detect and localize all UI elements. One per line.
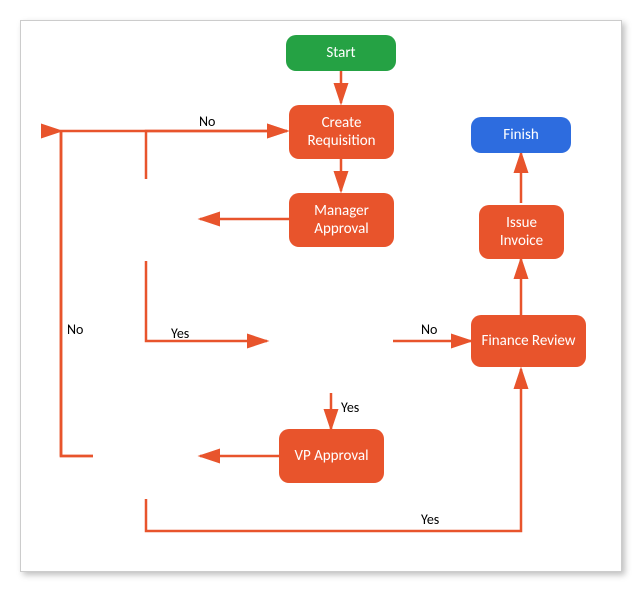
edge-label-amount-no: No: [421, 321, 437, 338]
node-finance-review: Finance Review: [471, 315, 586, 367]
node-label: VP Approval: [294, 447, 368, 465]
edge-label-approve1-no: No: [199, 113, 215, 130]
edge-label-approve2-no: No: [67, 321, 83, 338]
node-amount-exceeds: Amount exceeds $10,000: [267, 287, 397, 397]
node-label: Manager Approval: [293, 202, 390, 238]
node-label: Finance Review: [481, 332, 575, 350]
node-finish: Finish: [471, 117, 571, 153]
node-label: Finish: [503, 126, 538, 144]
node-approve-1: Approve ?: [91, 175, 201, 265]
node-approve-2: Approve ?: [91, 411, 201, 501]
edge-label-approve2-yes: Yes: [421, 511, 439, 528]
node-manager-approval: Manager Approval: [289, 193, 394, 247]
edge-label-amount-yes: Yes: [341, 399, 359, 416]
node-start: Start: [286, 35, 396, 71]
edge-label-approve1-yes: Yes: [171, 325, 189, 342]
node-label: Start: [326, 44, 355, 62]
node-label: Issue Invoice: [483, 214, 560, 250]
node-label: Create Requisition: [293, 114, 390, 150]
flowchart-canvas: Start Create Requisition Manager Approva…: [20, 20, 622, 572]
node-label: Amount exceeds $10,000: [271, 325, 393, 359]
node-vp-approval: VP Approval: [279, 429, 384, 483]
node-issue-invoice: Issue Invoice: [479, 205, 564, 259]
node-label: Approve ?: [115, 447, 177, 465]
node-create-requisition: Create Requisition: [289, 105, 394, 159]
node-label: Approve ?: [115, 211, 177, 229]
